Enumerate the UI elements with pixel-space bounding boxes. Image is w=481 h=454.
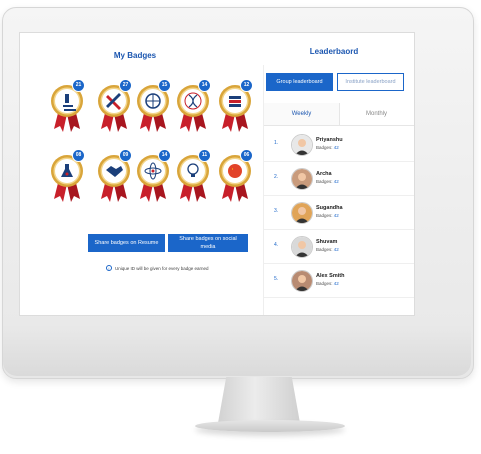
badge-count: 06: [240, 149, 253, 162]
leader-row[interactable]: 1. Priyanshu Badges: 42: [264, 129, 414, 162]
leader-rank: 5.: [274, 276, 279, 282]
badge-count: 15: [158, 79, 171, 92]
screen: My Badges Leaderbaord 21 27 15 14 12 08 09 14 11…: [19, 32, 415, 316]
user-avatar-icon: [292, 169, 312, 189]
leader-name: Priyanshu: [316, 137, 343, 143]
badge-count: 27: [119, 79, 132, 92]
leader-row[interactable]: 3. Sugandha Badges: 42: [264, 197, 414, 230]
leader-badge-count: Badges: 42: [316, 281, 339, 286]
leader-name: Alex Smith: [316, 273, 345, 279]
leader-badge-count: Badges: 42: [316, 145, 339, 150]
leader-name: Sugandha: [316, 205, 343, 211]
user-avatar-icon: [292, 237, 312, 257]
tab-weekly[interactable]: Weekly: [264, 103, 340, 125]
leader-rank: 1.: [274, 140, 279, 146]
info-text: Unique ID will be given for every badge …: [115, 265, 209, 271]
badge-5[interactable]: 12: [218, 79, 253, 133]
monitor-chin: [3, 325, 471, 376]
leader-badge-count: Badges: 42: [316, 213, 339, 218]
leaderboard-title: Leaderbaord: [309, 47, 359, 56]
badge-10[interactable]: 06: [218, 149, 253, 203]
badge-count: 21: [72, 79, 85, 92]
user-avatar-icon: [292, 203, 312, 223]
avatar: [291, 168, 313, 190]
leader-badge-count: Badges: 42: [316, 179, 339, 184]
badge-4[interactable]: 14: [176, 79, 211, 133]
leader-row[interactable]: 4. Shuvam Badges: 42: [264, 231, 414, 264]
avatar: [291, 270, 313, 292]
monitor-stand: [218, 377, 300, 423]
badge-6[interactable]: 08: [50, 149, 85, 203]
share-social-button[interactable]: Share badges on social media: [168, 234, 248, 252]
avatar: [291, 236, 313, 258]
leader-rank: 4.: [274, 242, 279, 248]
badge-count: 14: [158, 149, 171, 162]
user-avatar-icon: [292, 135, 312, 155]
badge-9[interactable]: 11: [176, 149, 211, 203]
leader-name: Shuvam: [316, 239, 338, 245]
leader-row[interactable]: 5. Alex Smith Badges: 42: [264, 265, 414, 298]
badge-count: 12: [240, 79, 253, 92]
tab-monthly[interactable]: Monthly: [339, 103, 414, 125]
badge-7[interactable]: 09: [97, 149, 132, 203]
badge-1[interactable]: 21: [50, 79, 85, 133]
period-tabs: Weekly Monthly: [264, 103, 414, 126]
badge-8[interactable]: 14: [136, 149, 171, 203]
leader-rank: 2.: [274, 174, 279, 180]
leader-rank: 3.: [274, 208, 279, 214]
share-resume-button[interactable]: Share badges on Resume: [88, 234, 165, 252]
leader-name: Archa: [316, 171, 332, 177]
badge-count: 11: [198, 149, 211, 162]
info-icon: i: [106, 265, 112, 271]
badge-3[interactable]: 15: [136, 79, 171, 133]
badge-2[interactable]: 27: [97, 79, 132, 133]
my-badges-title: My Badges: [113, 51, 157, 60]
monitor-base: [195, 420, 345, 432]
leader-badge-count: Badges: 42: [316, 247, 339, 252]
tab-institute-leaderboard[interactable]: Institute leaderboard: [337, 73, 404, 91]
tab-group-leaderboard[interactable]: Group leaderboard: [266, 73, 333, 91]
avatar: [291, 134, 313, 156]
user-avatar-icon: [292, 271, 312, 291]
badge-count: 14: [198, 79, 211, 92]
badge-count: 09: [119, 149, 132, 162]
avatar: [291, 202, 313, 224]
info-note: i Unique ID will be given for every badg…: [106, 265, 209, 271]
leader-row[interactable]: 2. Archa Badges: 42: [264, 163, 414, 196]
badge-count: 08: [72, 149, 85, 162]
